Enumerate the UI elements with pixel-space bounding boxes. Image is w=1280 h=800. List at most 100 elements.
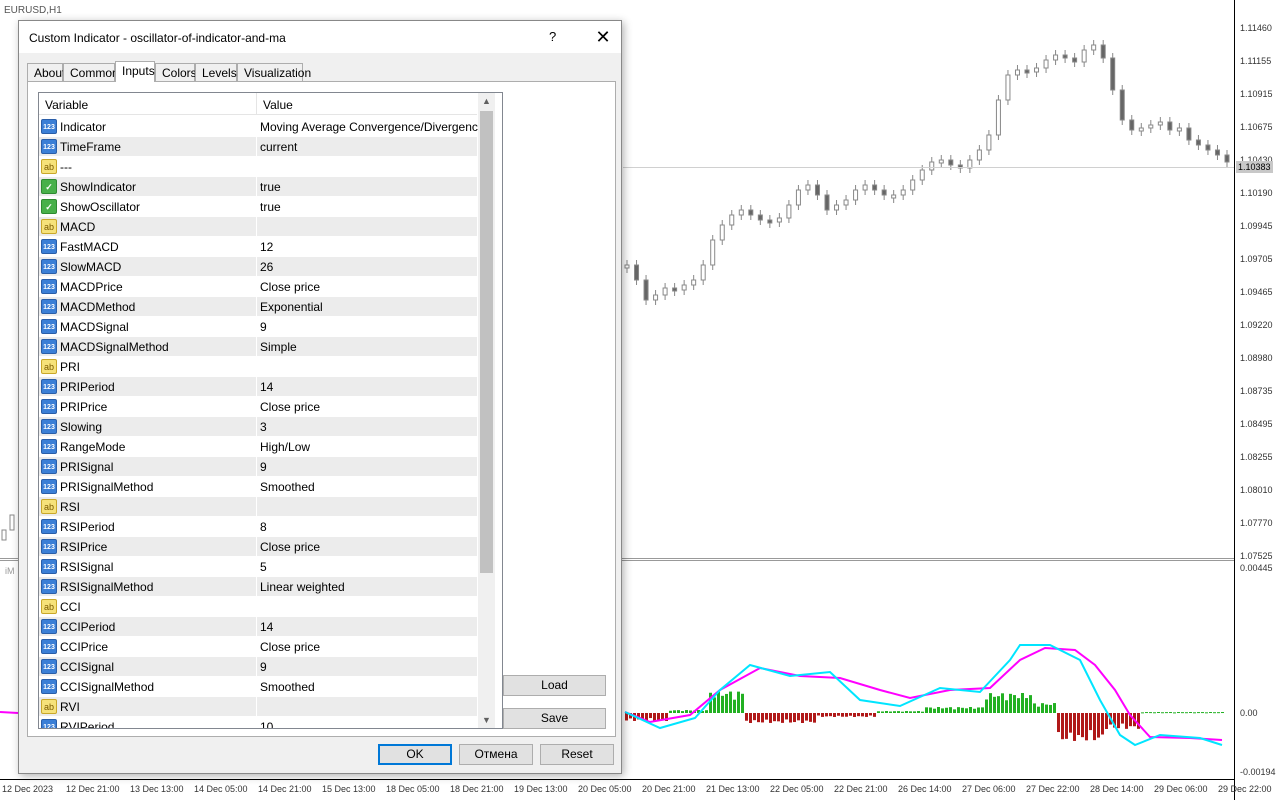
- time-axis[interactable]: 12 Dec 2023 12 Dec 21:00 13 Dec 13:00 14 De…: [0, 779, 1272, 800]
- grid-row[interactable]: 123 RVIPeriod 10: [39, 717, 477, 729]
- grid-row[interactable]: ab MACD: [39, 217, 477, 237]
- param-value[interactable]: current: [260, 140, 297, 154]
- grid-row[interactable]: 123 FastMACD 12: [39, 237, 477, 257]
- grid-row[interactable]: ✓ ShowIndicator true: [39, 177, 477, 197]
- grid-row[interactable]: ab CCI: [39, 597, 477, 617]
- close-icon[interactable]: ✕: [591, 25, 615, 49]
- grid-row[interactable]: 123 RSIPeriod 8: [39, 517, 477, 537]
- price-axis[interactable]: 1.11460 1.11155 1.10915 1.10675 1.10430 1.103…: [1234, 0, 1280, 800]
- vertical-scrollbar[interactable]: ▲ ▼: [478, 93, 495, 728]
- histogram-bar: [685, 710, 688, 713]
- scroll-up-arrow-icon[interactable]: ▲: [478, 93, 495, 110]
- tab-about[interactable]: About: [27, 63, 65, 81]
- param-value[interactable]: Linear weighted: [260, 580, 345, 594]
- param-value[interactable]: true: [260, 180, 281, 194]
- param-value[interactable]: High/Low: [260, 440, 310, 454]
- scroll-down-arrow-icon[interactable]: ▼: [478, 712, 495, 728]
- column-header-value[interactable]: Value: [263, 98, 293, 112]
- grid-row[interactable]: 123 RSIPrice Close price: [39, 537, 477, 557]
- param-value[interactable]: 14: [260, 620, 273, 634]
- grid-row[interactable]: 123 CCISignal 9: [39, 657, 477, 677]
- tab-levels[interactable]: Levels: [195, 63, 237, 81]
- cell-divider: [256, 697, 257, 717]
- param-value[interactable]: Moving Average Convergence/Divergence: [260, 120, 485, 134]
- tab-inputs[interactable]: Inputs: [115, 61, 155, 82]
- grid-row[interactable]: 123 SlowMACD 26: [39, 257, 477, 277]
- param-value[interactable]: 5: [260, 560, 267, 574]
- grid-row[interactable]: 123 TimeFrame current: [39, 137, 477, 157]
- histogram-bar: [853, 713, 856, 717]
- candle: [862, 184, 868, 191]
- histogram-bar: [1157, 712, 1160, 714]
- histogram-bar: [1097, 713, 1100, 738]
- param-value[interactable]: 14: [260, 380, 273, 394]
- param-value[interactable]: Close price: [260, 280, 320, 294]
- column-header-variable[interactable]: Variable: [45, 98, 88, 112]
- reset-button[interactable]: Reset: [540, 744, 614, 765]
- param-name: RVIPeriod: [60, 720, 115, 729]
- grid-row[interactable]: ✓ ShowOscillator true: [39, 197, 477, 217]
- param-value[interactable]: 9: [260, 660, 267, 674]
- histogram-bar: [793, 713, 796, 723]
- ok-button[interactable]: OK: [378, 744, 452, 765]
- histogram-bar: [1177, 712, 1180, 714]
- histogram-bar: [733, 699, 736, 713]
- param-value[interactable]: 8: [260, 520, 267, 534]
- grid-row[interactable]: ab PRI: [39, 357, 477, 377]
- param-value[interactable]: Smoothed: [260, 680, 315, 694]
- time-tick-label: 14 Dec 05:00: [194, 784, 248, 794]
- histogram-bar: [765, 713, 768, 720]
- param-value[interactable]: 10: [260, 720, 273, 728]
- grid-row[interactable]: 123 MACDMethod Exponential: [39, 297, 477, 317]
- header-divider[interactable]: [256, 93, 257, 115]
- param-value[interactable]: 26: [260, 260, 273, 274]
- param-value[interactable]: Close price: [260, 540, 320, 554]
- param-value[interactable]: Exponential: [260, 300, 323, 314]
- grid-row[interactable]: 123 RSISignal 5: [39, 557, 477, 577]
- grid-row[interactable]: 123 CCIPeriod 14: [39, 617, 477, 637]
- param-value[interactable]: 3: [260, 420, 267, 434]
- grid-row[interactable]: 123 MACDSignalMethod Simple: [39, 337, 477, 357]
- grid-row[interactable]: 123 RSISignalMethod Linear weighted: [39, 577, 477, 597]
- cancel-button[interactable]: Отмена: [459, 744, 533, 765]
- tab-colors[interactable]: Colors: [155, 63, 197, 81]
- histogram-bar: [705, 710, 708, 713]
- save-button[interactable]: Save: [503, 708, 606, 729]
- load-button[interactable]: Load: [503, 675, 606, 696]
- grid-row[interactable]: 123 PRISignalMethod Smoothed: [39, 477, 477, 497]
- cell-divider: [256, 617, 257, 637]
- histogram-bar: [669, 710, 672, 713]
- scroll-thumb[interactable]: [480, 111, 493, 573]
- tab-visualization[interactable]: Visualization: [237, 63, 311, 81]
- grid-row[interactable]: 123 MACDPrice Close price: [39, 277, 477, 297]
- grid-row[interactable]: 123 PRIPrice Close price: [39, 397, 477, 417]
- histogram-bar: [1009, 693, 1012, 713]
- help-button[interactable]: ?: [549, 29, 556, 44]
- param-value[interactable]: true: [260, 200, 281, 214]
- cell-divider: [256, 157, 257, 177]
- tab-common[interactable]: Common: [63, 63, 119, 81]
- grid-row[interactable]: 123 PRIPeriod 14: [39, 377, 477, 397]
- param-value[interactable]: Close price: [260, 400, 320, 414]
- param-value[interactable]: 12: [260, 240, 273, 254]
- grid-row[interactable]: 123 RangeMode High/Low: [39, 437, 477, 457]
- grid-row[interactable]: 123 Indicator Moving Average Convergence/D…: [39, 117, 485, 137]
- dialog-title-bar[interactable]: Custom Indicator - oscillator-of-indicat…: [19, 21, 621, 53]
- param-value[interactable]: Simple: [260, 340, 297, 354]
- grid-row[interactable]: 123 Slowing 3: [39, 417, 477, 437]
- grid-row[interactable]: 123 PRISignal 9: [39, 457, 477, 477]
- grid-row[interactable]: 123 MACDSignal 9: [39, 317, 477, 337]
- grid-row[interactable]: 123 CCIPrice Close price: [39, 637, 477, 657]
- param-value[interactable]: 9: [260, 460, 267, 474]
- grid-row[interactable]: 123 CCISignalMethod Smoothed: [39, 677, 477, 697]
- string-param-icon: ab: [41, 599, 57, 614]
- param-value[interactable]: 9: [260, 320, 267, 334]
- param-value[interactable]: Smoothed: [260, 480, 315, 494]
- histogram-bar: [953, 709, 956, 713]
- grid-row[interactable]: ab ---: [39, 157, 477, 177]
- candle: [976, 149, 982, 161]
- histogram-bar: [809, 713, 812, 722]
- grid-row[interactable]: ab RVI: [39, 697, 477, 717]
- param-value[interactable]: Close price: [260, 640, 320, 654]
- grid-row[interactable]: ab RSI: [39, 497, 477, 517]
